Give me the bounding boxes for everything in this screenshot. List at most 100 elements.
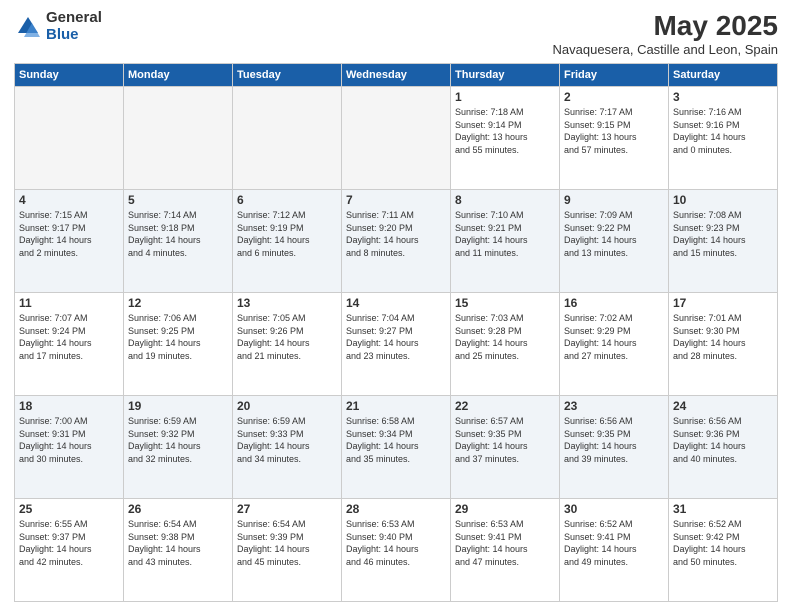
calendar-cell: 2 Sunrise: 7:17 AM Sunset: 9:15 PM Daylig… bbox=[560, 87, 669, 190]
day-info: Sunrise: 7:06 AM Sunset: 9:25 PM Dayligh… bbox=[128, 312, 228, 362]
day-info: Sunrise: 6:54 AM Sunset: 9:38 PM Dayligh… bbox=[128, 518, 228, 568]
day-info: Sunrise: 6:57 AM Sunset: 9:35 PM Dayligh… bbox=[455, 415, 555, 465]
day-number: 25 bbox=[19, 502, 119, 516]
calendar-cell: 26 Sunrise: 6:54 AM Sunset: 9:38 PM Dayli… bbox=[124, 499, 233, 602]
day-number: 5 bbox=[128, 193, 228, 207]
calendar-cell: 14 Sunrise: 7:04 AM Sunset: 9:27 PM Dayli… bbox=[342, 293, 451, 396]
day-info: Sunrise: 7:11 AM Sunset: 9:20 PM Dayligh… bbox=[346, 209, 446, 259]
day-info: Sunrise: 6:52 AM Sunset: 9:41 PM Dayligh… bbox=[564, 518, 664, 568]
calendar-cell: 24 Sunrise: 6:56 AM Sunset: 9:36 PM Dayli… bbox=[669, 396, 778, 499]
calendar-cell: 20 Sunrise: 6:59 AM Sunset: 9:33 PM Dayli… bbox=[233, 396, 342, 499]
day-info: Sunrise: 7:08 AM Sunset: 9:23 PM Dayligh… bbox=[673, 209, 773, 259]
day-number: 16 bbox=[564, 296, 664, 310]
day-number: 3 bbox=[673, 90, 773, 104]
calendar-cell: 17Sunrise: 7:01 AM Sunset: 9:30 PM Dayli… bbox=[669, 293, 778, 396]
day-info: Sunrise: 6:56 AM Sunset: 9:36 PM Dayligh… bbox=[673, 415, 773, 465]
page: General Blue May 2025 Navaquesera, Casti… bbox=[0, 0, 792, 612]
day-number: 22 bbox=[455, 399, 555, 413]
day-number: 19 bbox=[128, 399, 228, 413]
day-number: 9 bbox=[564, 193, 664, 207]
day-number: 4 bbox=[19, 193, 119, 207]
day-info: Sunrise: 7:04 AM Sunset: 9:27 PM Dayligh… bbox=[346, 312, 446, 362]
day-number: 24 bbox=[673, 399, 773, 413]
day-info: Sunrise: 7:03 AM Sunset: 9:28 PM Dayligh… bbox=[455, 312, 555, 362]
calendar-cell: 31 Sunrise: 6:52 AM Sunset: 9:42 PM Dayli… bbox=[669, 499, 778, 602]
logo-icon bbox=[14, 13, 42, 41]
week-row-3: 11Sunrise: 7:07 AM Sunset: 9:24 PM Dayli… bbox=[15, 293, 778, 396]
day-number: 10 bbox=[673, 193, 773, 207]
calendar-cell: 6Sunrise: 7:12 AM Sunset: 9:19 PM Daylig… bbox=[233, 190, 342, 293]
day-info: Sunrise: 7:17 AM Sunset: 9:15 PM Dayligh… bbox=[564, 106, 664, 156]
day-number: 20 bbox=[237, 399, 337, 413]
calendar-cell bbox=[124, 87, 233, 190]
subtitle: Navaquesera, Castille and Leon, Spain bbox=[553, 42, 778, 57]
day-number: 18 bbox=[19, 399, 119, 413]
calendar-cell: 13Sunrise: 7:05 AM Sunset: 9:26 PM Dayli… bbox=[233, 293, 342, 396]
calendar-cell: 21Sunrise: 6:58 AM Sunset: 9:34 PM Dayli… bbox=[342, 396, 451, 499]
calendar-cell: 23 Sunrise: 6:56 AM Sunset: 9:35 PM Dayli… bbox=[560, 396, 669, 499]
day-number: 2 bbox=[564, 90, 664, 104]
weekday-header-thursday: Thursday bbox=[451, 64, 560, 87]
day-info: Sunrise: 6:54 AM Sunset: 9:39 PM Dayligh… bbox=[237, 518, 337, 568]
day-info: Sunrise: 7:15 AM Sunset: 9:17 PM Dayligh… bbox=[19, 209, 119, 259]
day-number: 23 bbox=[564, 399, 664, 413]
calendar-cell: 4 Sunrise: 7:15 AM Sunset: 9:17 PM Daylig… bbox=[15, 190, 124, 293]
week-row-5: 25Sunrise: 6:55 AM Sunset: 9:37 PM Dayli… bbox=[15, 499, 778, 602]
day-info: Sunrise: 6:56 AM Sunset: 9:35 PM Dayligh… bbox=[564, 415, 664, 465]
weekday-header-tuesday: Tuesday bbox=[233, 64, 342, 87]
logo: General Blue bbox=[14, 10, 102, 43]
day-number: 7 bbox=[346, 193, 446, 207]
calendar-cell: 25Sunrise: 6:55 AM Sunset: 9:37 PM Dayli… bbox=[15, 499, 124, 602]
header: General Blue May 2025 Navaquesera, Casti… bbox=[14, 10, 778, 57]
calendar-cell bbox=[342, 87, 451, 190]
day-info: Sunrise: 7:05 AM Sunset: 9:26 PM Dayligh… bbox=[237, 312, 337, 362]
week-row-1: 1Sunrise: 7:18 AM Sunset: 9:14 PM Daylig… bbox=[15, 87, 778, 190]
day-info: Sunrise: 7:00 AM Sunset: 9:31 PM Dayligh… bbox=[19, 415, 119, 465]
weekday-header-saturday: Saturday bbox=[669, 64, 778, 87]
day-info: Sunrise: 6:59 AM Sunset: 9:32 PM Dayligh… bbox=[128, 415, 228, 465]
calendar-cell: 27 Sunrise: 6:54 AM Sunset: 9:39 PM Dayli… bbox=[233, 499, 342, 602]
day-number: 15 bbox=[455, 296, 555, 310]
calendar-cell: 8Sunrise: 7:10 AM Sunset: 9:21 PM Daylig… bbox=[451, 190, 560, 293]
calendar-cell: 22 Sunrise: 6:57 AM Sunset: 9:35 PM Dayli… bbox=[451, 396, 560, 499]
day-info: Sunrise: 7:18 AM Sunset: 9:14 PM Dayligh… bbox=[455, 106, 555, 156]
day-info: Sunrise: 6:53 AM Sunset: 9:40 PM Dayligh… bbox=[346, 518, 446, 568]
calendar-cell: 5 Sunrise: 7:14 AM Sunset: 9:18 PM Daylig… bbox=[124, 190, 233, 293]
day-number: 27 bbox=[237, 502, 337, 516]
week-row-4: 18 Sunrise: 7:00 AM Sunset: 9:31 PM Dayli… bbox=[15, 396, 778, 499]
day-number: 30 bbox=[564, 502, 664, 516]
day-number: 11 bbox=[19, 296, 119, 310]
calendar-cell: 19 Sunrise: 6:59 AM Sunset: 9:32 PM Dayli… bbox=[124, 396, 233, 499]
day-info: Sunrise: 6:59 AM Sunset: 9:33 PM Dayligh… bbox=[237, 415, 337, 465]
day-number: 14 bbox=[346, 296, 446, 310]
calendar-cell: 1Sunrise: 7:18 AM Sunset: 9:14 PM Daylig… bbox=[451, 87, 560, 190]
calendar-cell: 28 Sunrise: 6:53 AM Sunset: 9:40 PM Dayli… bbox=[342, 499, 451, 602]
calendar-cell: 18 Sunrise: 7:00 AM Sunset: 9:31 PM Dayli… bbox=[15, 396, 124, 499]
day-info: Sunrise: 7:10 AM Sunset: 9:21 PM Dayligh… bbox=[455, 209, 555, 259]
day-info: Sunrise: 6:58 AM Sunset: 9:34 PM Dayligh… bbox=[346, 415, 446, 465]
calendar-cell bbox=[15, 87, 124, 190]
day-number: 28 bbox=[346, 502, 446, 516]
calendar-cell: 16 Sunrise: 7:02 AM Sunset: 9:29 PM Dayli… bbox=[560, 293, 669, 396]
day-number: 26 bbox=[128, 502, 228, 516]
main-title: May 2025 bbox=[553, 10, 778, 42]
weekday-header-friday: Friday bbox=[560, 64, 669, 87]
calendar-cell bbox=[233, 87, 342, 190]
calendar-table: SundayMondayTuesdayWednesdayThursdayFrid… bbox=[14, 63, 778, 602]
logo-text: General Blue bbox=[46, 10, 102, 43]
logo-blue: Blue bbox=[46, 27, 102, 44]
calendar-cell: 9 Sunrise: 7:09 AM Sunset: 9:22 PM Daylig… bbox=[560, 190, 669, 293]
calendar-cell: 3Sunrise: 7:16 AM Sunset: 9:16 PM Daylig… bbox=[669, 87, 778, 190]
day-number: 17 bbox=[673, 296, 773, 310]
day-info: Sunrise: 7:09 AM Sunset: 9:22 PM Dayligh… bbox=[564, 209, 664, 259]
day-info: Sunrise: 6:52 AM Sunset: 9:42 PM Dayligh… bbox=[673, 518, 773, 568]
day-number: 6 bbox=[237, 193, 337, 207]
calendar-cell: 30 Sunrise: 6:52 AM Sunset: 9:41 PM Dayli… bbox=[560, 499, 669, 602]
day-number: 12 bbox=[128, 296, 228, 310]
day-info: Sunrise: 7:14 AM Sunset: 9:18 PM Dayligh… bbox=[128, 209, 228, 259]
day-number: 29 bbox=[455, 502, 555, 516]
calendar-cell: 11Sunrise: 7:07 AM Sunset: 9:24 PM Dayli… bbox=[15, 293, 124, 396]
day-number: 31 bbox=[673, 502, 773, 516]
day-info: Sunrise: 7:02 AM Sunset: 9:29 PM Dayligh… bbox=[564, 312, 664, 362]
logo-general: General bbox=[46, 10, 102, 27]
